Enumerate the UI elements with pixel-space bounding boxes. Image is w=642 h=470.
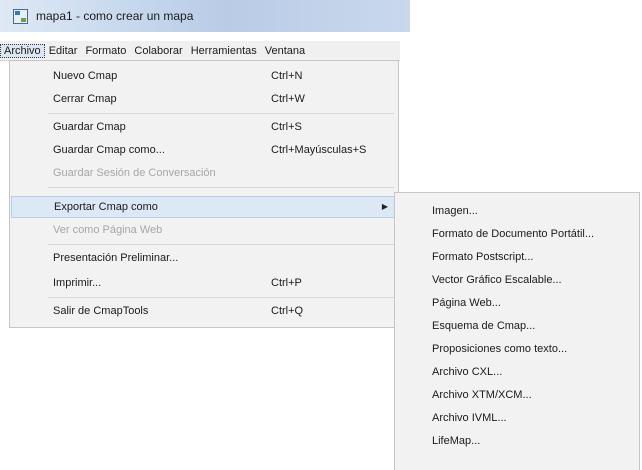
menu-editar[interactable]: Editar	[45, 45, 82, 57]
submenu-item-label: LifeMap...	[432, 435, 481, 447]
menu-item-label: Ver como Página Web	[53, 224, 163, 236]
menu-item-label: Cerrar Cmap	[53, 93, 117, 105]
menu-formato[interactable]: Formato	[81, 45, 130, 57]
menu-colaborar[interactable]: Colaborar	[130, 45, 186, 57]
submenu-item-label: Página Web...	[432, 297, 501, 309]
submenu-item-label: Esquema de Cmap...	[432, 320, 536, 332]
submenu-item-archivo-xtm[interactable]: Archivo XTM/XCM...	[396, 385, 638, 407]
submenu-item-svg[interactable]: Vector Gráfico Escalable...	[396, 270, 638, 292]
cmap-app-icon	[13, 9, 28, 24]
archivo-dropdown: Nuevo Cmap Ctrl+N Cerrar Cmap Ctrl+W Gua…	[9, 60, 399, 328]
menu-item-cerrar-cmap[interactable]: Cerrar Cmap Ctrl+W	[11, 89, 397, 111]
menu-item-shortcut: Ctrl+S	[271, 121, 302, 133]
submenu-item-archivo-ivml[interactable]: Archivo IVML...	[396, 408, 638, 430]
menu-ventana[interactable]: Ventana	[261, 45, 309, 57]
menu-item-label: Guardar Cmap como...	[53, 144, 165, 156]
submenu-item-lifemap[interactable]: LifeMap...	[396, 431, 638, 453]
menu-item-imprimir[interactable]: Imprimir... Ctrl+P	[11, 273, 397, 295]
menu-herramientas[interactable]: Herramientas	[187, 45, 261, 57]
menu-item-label: Guardar Sesión de Conversación	[53, 167, 216, 179]
submenu-item-label: Vector Gráfico Escalable...	[432, 274, 562, 286]
exportar-submenu: Imagen... Formato de Documento Portátil.…	[394, 192, 640, 470]
menu-separator	[48, 113, 394, 114]
menu-item-label: Guardar Cmap	[53, 121, 126, 133]
menu-item-shortcut: Ctrl+Q	[271, 305, 304, 317]
menu-item-shortcut: Ctrl+W	[271, 93, 305, 105]
submenu-item-postscript[interactable]: Formato Postscript...	[396, 247, 638, 269]
submenu-item-label: Imagen...	[432, 205, 478, 217]
submenu-arrow-icon: ▶	[381, 202, 388, 211]
submenu-item-proposiciones-texto[interactable]: Proposiciones como texto...	[396, 339, 638, 361]
menu-separator	[48, 187, 394, 188]
menu-bar: Archivo Editar Formato Colaborar Herrami…	[0, 41, 400, 61]
menu-item-label: Salir de CmapTools	[53, 305, 149, 317]
title-bar: mapa1 - como crear un mapa	[0, 0, 410, 32]
submenu-item-label: Archivo XTM/XCM...	[432, 389, 532, 401]
submenu-item-label: Proposiciones como texto...	[432, 343, 568, 355]
submenu-item-label: Formato Postscript...	[432, 251, 534, 263]
submenu-item-archivo-cxl[interactable]: Archivo CXL...	[396, 362, 638, 384]
menu-separator	[48, 297, 394, 298]
menu-item-guardar-cmap-como[interactable]: Guardar Cmap como... Ctrl+Mayúsculas+S	[11, 140, 397, 162]
menu-item-guardar-cmap[interactable]: Guardar Cmap Ctrl+S	[11, 117, 397, 139]
menu-separator	[48, 244, 394, 245]
menu-item-presentacion-preliminar[interactable]: Presentación Preliminar...	[11, 248, 397, 270]
menu-item-label: Nuevo Cmap	[53, 70, 118, 82]
menu-item-ver-como-pagina-web: Ver como Página Web	[11, 220, 397, 242]
menu-item-guardar-sesion: Guardar Sesión de Conversación	[11, 163, 397, 185]
menu-item-shortcut: Ctrl+Mayúsculas+S	[271, 144, 367, 156]
submenu-item-label: Formato de Documento Portátil...	[432, 228, 595, 240]
menu-item-shortcut: Ctrl+P	[271, 277, 302, 289]
menu-item-salir-de-cmaptools[interactable]: Salir de CmapTools Ctrl+Q	[11, 301, 397, 323]
submenu-item-label: Archivo CXL...	[432, 366, 503, 378]
menu-item-label: Exportar Cmap como	[54, 201, 158, 213]
submenu-item-esquema-cmap[interactable]: Esquema de Cmap...	[396, 316, 638, 338]
menu-item-label: Presentación Preliminar...	[53, 252, 179, 264]
menu-item-label: Imprimir...	[53, 277, 102, 289]
submenu-item-label: Archivo IVML...	[432, 412, 507, 424]
menu-archivo[interactable]: Archivo	[0, 43, 45, 58]
window-title: mapa1 - como crear un mapa	[36, 9, 194, 23]
menu-item-shortcut: Ctrl+N	[271, 70, 303, 82]
menu-item-nuevo-cmap[interactable]: Nuevo Cmap Ctrl+N	[11, 66, 397, 88]
submenu-item-imagen[interactable]: Imagen...	[396, 201, 638, 223]
menu-item-exportar-cmap-como[interactable]: Exportar Cmap como ▶	[11, 196, 397, 218]
submenu-item-pagina-web[interactable]: Página Web...	[396, 293, 638, 315]
submenu-item-pdf[interactable]: Formato de Documento Portátil...	[396, 224, 638, 246]
